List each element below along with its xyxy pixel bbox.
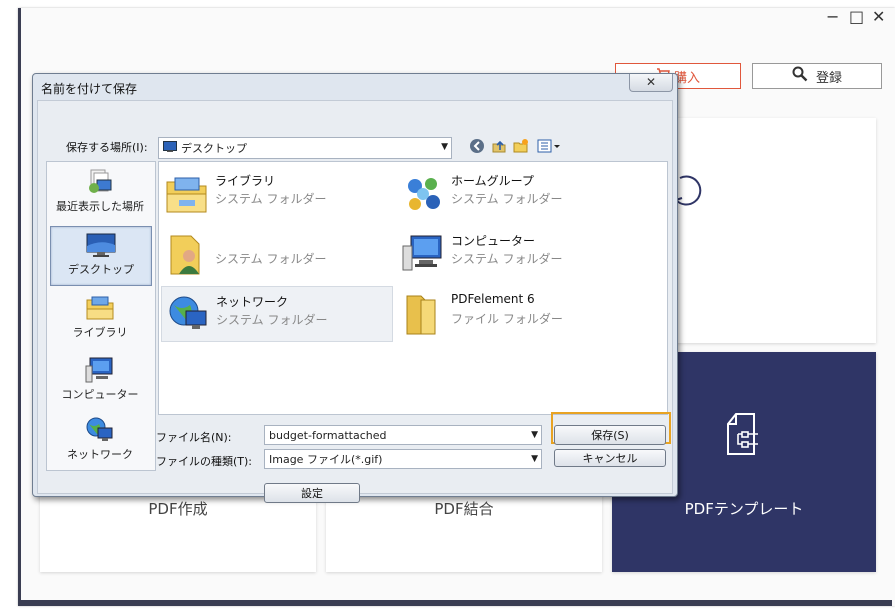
item-type: システム フォルダー: [451, 192, 563, 206]
item-name: ホームグループ: [451, 174, 534, 188]
homegroup-icon: [401, 172, 445, 216]
network-icon: [84, 416, 116, 444]
chevron-down-icon[interactable]: ▼: [441, 142, 448, 152]
item-type: ファイル フォルダー: [451, 312, 563, 326]
up-folder-icon[interactable]: [490, 138, 508, 156]
app-bottom-border: [18, 600, 892, 606]
item-type: システム フォルダー: [451, 252, 563, 266]
filetype-select[interactable]: Image ファイル(*.gif) ▼: [264, 449, 542, 469]
dialog-close-button[interactable]: ✕: [629, 74, 673, 92]
chevron-down-icon[interactable]: ▼: [531, 430, 538, 440]
desktop-icon: [85, 231, 117, 259]
place-library[interactable]: ライブラリ: [50, 290, 150, 348]
recent-places-icon: [84, 168, 116, 196]
computer-icon: [84, 356, 116, 384]
list-item[interactable]: ネットワーク システム フォルダー: [161, 286, 393, 342]
login-label: 登録: [815, 70, 842, 86]
network-icon: [166, 293, 210, 337]
settings-button[interactable]: 設定: [264, 483, 360, 503]
maximize-button[interactable]: □: [849, 9, 864, 25]
save-button[interactable]: 保存(S): [554, 425, 666, 445]
place-desktop[interactable]: デスクトップ: [50, 226, 152, 286]
computer-icon: [401, 232, 445, 276]
chevron-down-icon[interactable]: ▼: [531, 454, 538, 464]
place-network[interactable]: ネットワーク: [50, 412, 150, 470]
card-merge-label: PDF結合: [434, 500, 494, 518]
file-list: ライブラリ システム フォルダー ホームグループ システム フォルダー システム…: [158, 161, 668, 415]
item-name: ネットワーク: [216, 295, 289, 309]
library-icon: [84, 294, 116, 322]
filename-input[interactable]: budget-formattached ▼: [264, 425, 542, 445]
library-folder-icon: [165, 172, 209, 216]
place-network-label: ネットワーク: [67, 448, 133, 461]
place-desktop-label: デスクトップ: [68, 263, 134, 276]
filename-label: ファイル名(N):: [156, 431, 232, 444]
place-computer[interactable]: コンピューター: [50, 352, 150, 410]
place-computer-label: コンピューター: [61, 388, 139, 401]
dialog-body: 保存する場所(I): デスクトップ ▼ 最近表示した場所 デスクトップ ライブラ…: [37, 100, 673, 503]
list-item[interactable]: コンピューター システム フォルダー: [397, 226, 627, 280]
view-menu-icon[interactable]: [536, 138, 562, 156]
user-folder-icon: [165, 232, 209, 276]
back-icon[interactable]: [468, 138, 486, 156]
list-item[interactable]: システム フォルダー: [161, 226, 391, 280]
close-app-button[interactable]: ✕: [872, 9, 885, 25]
item-type: システム フォルダー: [216, 313, 328, 327]
location-combo[interactable]: デスクトップ ▼: [158, 137, 452, 159]
search-icon: [792, 66, 808, 86]
filetype-value: Image ファイル(*.gif): [269, 453, 383, 466]
list-item[interactable]: ライブラリ システム フォルダー: [161, 166, 391, 220]
minimize-button[interactable]: −: [826, 9, 839, 25]
template-icon: [726, 412, 762, 460]
place-library-label: ライブラリ: [72, 326, 128, 339]
location-value: デスクトップ: [181, 142, 247, 155]
dialog-title: 名前を付けて保存: [41, 82, 138, 96]
login-button[interactable]: 登録: [752, 63, 882, 89]
places-bar: 最近表示した場所 デスクトップ ライブラリ コンピューター ネットワーク: [46, 161, 156, 471]
card-template-label: PDFテンプレート: [684, 500, 804, 518]
place-recent-label: 最近表示した場所: [56, 200, 144, 213]
list-item[interactable]: PDFelement 6 ファイル フォルダー: [397, 286, 627, 340]
item-type: システム フォルダー: [215, 192, 327, 206]
place-recent[interactable]: 最近表示した場所: [50, 164, 150, 222]
save-as-dialog: 名前を付けて保存 ✕ 保存する場所(I): デスクトップ ▼ 最近表示した場所 …: [32, 73, 678, 503]
location-label: 保存する場所(I):: [66, 141, 148, 154]
item-name: PDFelement 6: [451, 292, 535, 306]
item-type: システム フォルダー: [215, 252, 327, 266]
filetype-label: ファイルの種類(T):: [156, 455, 253, 468]
desktop-small-icon: [163, 141, 177, 155]
new-folder-icon[interactable]: [512, 138, 530, 156]
cancel-button[interactable]: キャンセル: [554, 449, 666, 467]
item-name: コンピューター: [451, 234, 536, 248]
filename-value: budget-formattached: [269, 428, 387, 442]
list-item[interactable]: ホームグループ システム フォルダー: [397, 166, 627, 220]
folder-icon: [401, 292, 445, 336]
item-name: ライブラリ: [215, 174, 276, 188]
